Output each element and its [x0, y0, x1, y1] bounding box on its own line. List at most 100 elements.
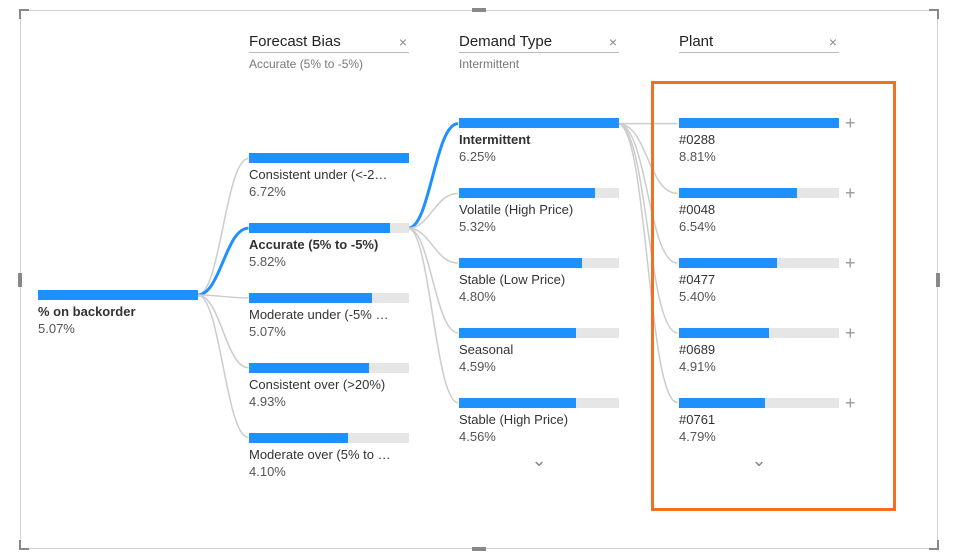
close-icon[interactable]: ×: [397, 34, 409, 50]
node-label: #0048: [679, 202, 839, 217]
plus-icon[interactable]: +: [845, 184, 856, 202]
tree-node[interactable]: Intermittent 6.25%: [459, 118, 619, 164]
node-label: Consistent under (<-2…: [249, 167, 409, 182]
close-icon[interactable]: ×: [607, 34, 619, 50]
crop-handle-br[interactable]: [929, 540, 939, 550]
node-bar-fill: [249, 363, 369, 373]
node-bar: [249, 223, 409, 233]
tree-node[interactable]: Stable (Low Price) 4.80%: [459, 258, 619, 304]
node-label: #0477: [679, 272, 839, 287]
tree-node[interactable]: Moderate under (-5% … 5.07%: [249, 293, 409, 339]
node-bar: [459, 398, 619, 408]
node-value: 6.25%: [459, 149, 619, 164]
chevron-down-icon[interactable]: ⌄: [679, 451, 839, 469]
node-bar: [459, 328, 619, 338]
node-bar-fill: [679, 118, 839, 128]
crop-handle-right[interactable]: [936, 273, 940, 287]
crop-handle-tl[interactable]: [19, 9, 29, 19]
node-label: #0288: [679, 132, 839, 147]
root-bar-fill: [38, 290, 198, 300]
crop-handle-tr[interactable]: [929, 9, 939, 19]
plus-icon[interactable]: +: [845, 254, 856, 272]
tree-node[interactable]: Volatile (High Price) 5.32%: [459, 188, 619, 234]
node-bar-fill: [459, 328, 576, 338]
crop-handle-left[interactable]: [18, 273, 22, 287]
node-bar: [249, 153, 409, 163]
root-value: 5.07%: [38, 321, 198, 336]
node-bar: [679, 188, 839, 198]
node-value: 5.40%: [679, 289, 839, 304]
root-node[interactable]: % on backorder 5.07%: [38, 290, 198, 336]
plus-icon[interactable]: +: [845, 324, 856, 342]
node-bar-fill: [459, 118, 619, 128]
node-label: Volatile (High Price): [459, 202, 619, 217]
chevron-down-icon[interactable]: ⌄: [459, 451, 619, 469]
node-value: 4.91%: [679, 359, 839, 374]
tree-node[interactable]: Consistent under (<-2… 6.72%: [249, 153, 409, 199]
node-label: Stable (Low Price): [459, 272, 619, 287]
node-value: 4.93%: [249, 394, 409, 409]
node-bar: [679, 118, 839, 128]
node-label: Stable (High Price): [459, 412, 619, 427]
node-bar: [679, 258, 839, 268]
node-bar-fill: [249, 223, 390, 233]
tree-node[interactable]: #0761 4.79%: [679, 398, 839, 444]
node-value: 4.80%: [459, 289, 619, 304]
tree-node[interactable]: #0048 6.54%: [679, 188, 839, 234]
tree-node[interactable]: Stable (High Price) 4.56%: [459, 398, 619, 444]
tree-node[interactable]: Seasonal 4.59%: [459, 328, 619, 374]
node-label: Moderate under (-5% …: [249, 307, 409, 322]
root-bar: [38, 290, 198, 300]
node-bar: [459, 188, 619, 198]
node-label: Intermittent: [459, 132, 619, 147]
node-bar-fill: [459, 258, 582, 268]
selection-frame: % on backorder 5.07% Forecast Bias × Acc…: [20, 10, 938, 549]
crop-handle-bottom[interactable]: [472, 547, 486, 551]
plus-icon[interactable]: +: [845, 394, 856, 412]
node-bar: [679, 328, 839, 338]
node-bar-fill: [249, 153, 409, 163]
close-icon[interactable]: ×: [827, 34, 839, 50]
tree-node[interactable]: Accurate (5% to -5%) 5.82%: [249, 223, 409, 269]
node-bar: [679, 398, 839, 408]
node-bar-fill: [459, 188, 595, 198]
tree-node[interactable]: #0689 4.91%: [679, 328, 839, 374]
node-value: 6.54%: [679, 219, 839, 234]
node-value: 6.72%: [249, 184, 409, 199]
node-value: 4.10%: [249, 464, 409, 479]
node-label: #0761: [679, 412, 839, 427]
node-bar-fill: [679, 328, 769, 338]
tree-node[interactable]: #0288 8.81%: [679, 118, 839, 164]
node-label: #0689: [679, 342, 839, 357]
tree-node[interactable]: Consistent over (>20%) 4.93%: [249, 363, 409, 409]
node-value: 5.32%: [459, 219, 619, 234]
node-bar-fill: [679, 258, 777, 268]
col-title: Forecast Bias: [249, 33, 341, 50]
node-value: 4.79%: [679, 429, 839, 444]
node-label: Accurate (5% to -5%): [249, 237, 409, 252]
node-value: 4.59%: [459, 359, 619, 374]
col-title: Plant: [679, 33, 713, 50]
col-header-forecast-bias: Forecast Bias × Accurate (5% to -5%): [249, 33, 409, 71]
col-sub: Intermittent: [459, 57, 619, 71]
tree-node[interactable]: Moderate over (5% to … 4.10%: [249, 433, 409, 479]
crop-handle-bl[interactable]: [19, 540, 29, 550]
tree-node[interactable]: #0477 5.40%: [679, 258, 839, 304]
col-header-demand-type: Demand Type × Intermittent: [459, 33, 619, 71]
node-label: Consistent over (>20%): [249, 377, 409, 392]
node-value: 8.81%: [679, 149, 839, 164]
col-sub: Accurate (5% to -5%): [249, 57, 409, 71]
node-label: Moderate over (5% to …: [249, 447, 409, 462]
node-bar: [249, 433, 409, 443]
node-bar: [459, 118, 619, 128]
node-bar: [249, 363, 409, 373]
node-bar-fill: [249, 433, 348, 443]
node-bar-fill: [249, 293, 372, 303]
plus-icon[interactable]: +: [845, 114, 856, 132]
node-value: 5.07%: [249, 324, 409, 339]
col-title: Demand Type: [459, 33, 552, 50]
node-bar-fill: [459, 398, 576, 408]
node-value: 5.82%: [249, 254, 409, 269]
node-bar-fill: [679, 398, 765, 408]
crop-handle-top[interactable]: [472, 8, 486, 12]
